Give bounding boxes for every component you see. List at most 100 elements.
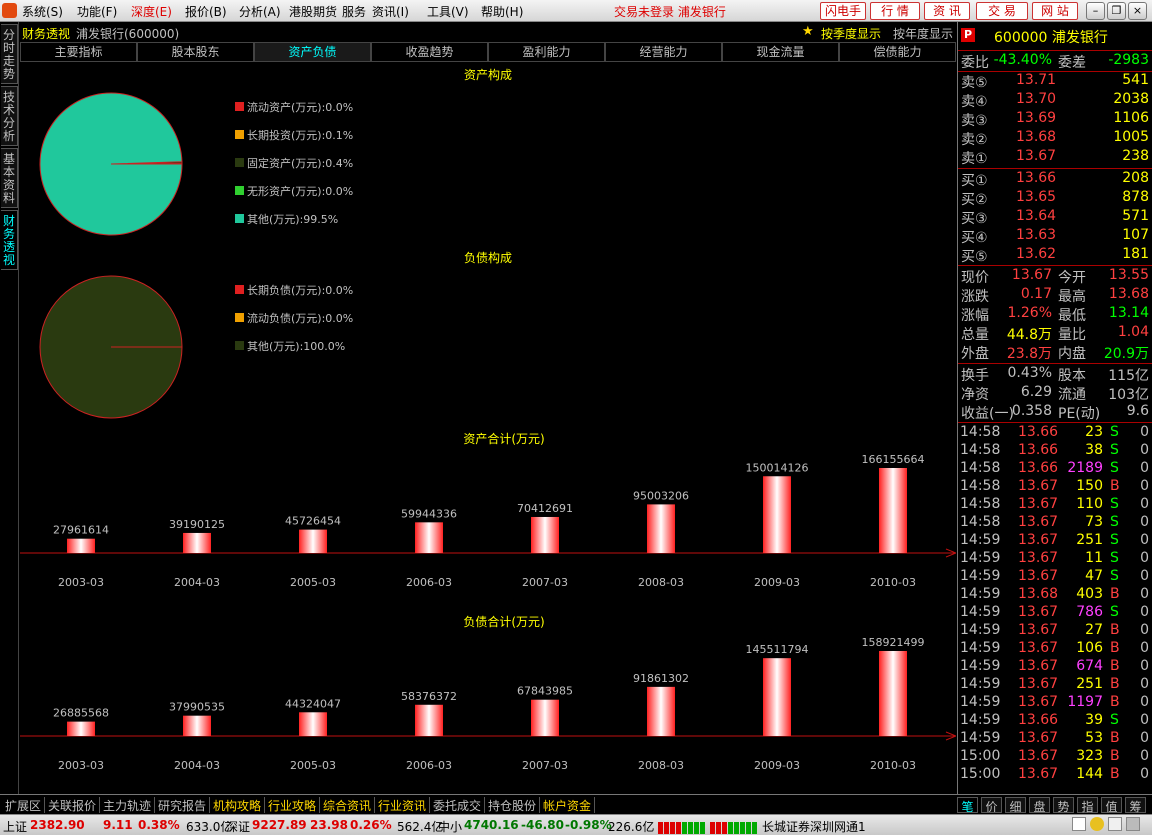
stock-name: 浦发银行(600000) — [76, 27, 180, 41]
minimize-icon[interactable]: – — [1086, 2, 1105, 20]
bottom-tab[interactable]: 扩展区 — [2, 797, 46, 813]
tab-earnings-trend[interactable]: 收盈趋势 — [371, 42, 488, 62]
yearly-toggle[interactable]: 按年度显示 — [893, 25, 953, 42]
tick-volume: 53 — [1085, 730, 1103, 746]
restore-icon[interactable]: ❐ — [1107, 2, 1126, 20]
tick-side: B — [1110, 622, 1120, 638]
pie-title-0: 资产构成 — [464, 67, 512, 82]
tick-row: 14:59 13.67 251 B 0 — [958, 676, 1152, 694]
menu-depth[interactable]: 深度(E) — [131, 3, 172, 20]
tick-row: 14:59 13.67 786 S 0 — [958, 604, 1152, 622]
bottom-tab[interactable]: 行业资讯 — [375, 797, 431, 813]
ask-volume: 238 — [1122, 148, 1149, 164]
menu-hk-futures[interactable]: 港股期货 — [289, 3, 337, 20]
tab-profitability[interactable]: 盈利能力 — [488, 42, 605, 62]
close-icon[interactable]: × — [1128, 2, 1147, 20]
tick-row: 14:58 13.67 73 S 0 — [958, 514, 1152, 532]
bottom-tab[interactable]: 研究报告 — [155, 797, 211, 813]
tick-price: 13.66 — [1018, 712, 1059, 728]
stat-label: 最高 — [1058, 289, 1086, 305]
wc-value: -2983 — [1108, 52, 1149, 68]
bottom-tab[interactable]: 行业攻略 — [265, 797, 321, 813]
tick-time: 14:59 — [960, 640, 1001, 656]
tick-count: 0 — [1140, 694, 1149, 710]
bar-value-label: 45726454 — [285, 515, 341, 528]
legend-label: 其他(万元):100.0% — [247, 340, 345, 353]
x-tick-label: 2003-03 — [58, 576, 104, 589]
tick-side: B — [1110, 730, 1120, 746]
bottom-tab[interactable]: 机构攻略 — [210, 797, 266, 813]
bar-title-2: 资产合计(万元) — [463, 431, 544, 446]
bid-label: 买⑤ — [961, 249, 988, 265]
financial-charts: 资产构成流动资产(万元):0.0% 长期投资(万元):0.1% 固定资产(万元):0… — [20, 67, 956, 772]
tick-price: 13.67 — [1018, 676, 1059, 692]
detail-tab[interactable]: 指 — [1077, 797, 1098, 814]
menu-quote[interactable]: 报价(B) — [185, 3, 227, 20]
menu-service[interactable]: 服务 — [342, 3, 366, 20]
vtab-financial-view[interactable]: 财务透视 — [1, 210, 18, 270]
lock-icon[interactable] — [1126, 817, 1140, 831]
tab-balance-sheet[interactable]: 资产负债 — [254, 42, 371, 62]
alert-icon[interactable] — [1090, 817, 1104, 831]
menu-analysis[interactable]: 分析(A) — [239, 3, 281, 20]
website-button[interactable]: 网 站 — [1032, 2, 1078, 20]
menu-tools[interactable]: 工具(V) — [427, 3, 469, 20]
quarterly-toggle[interactable]: 按季度显示 — [821, 25, 881, 42]
detail-tab[interactable]: 盘 — [1029, 797, 1050, 814]
fund-value: 103亿 — [1108, 387, 1149, 403]
detail-tab[interactable]: 筹 — [1125, 797, 1146, 814]
menu-news[interactable]: 资讯(I) — [372, 3, 409, 20]
tick-count: 0 — [1140, 460, 1149, 476]
mail-icon[interactable] — [1072, 817, 1086, 831]
stat-label: 量比 — [1058, 327, 1086, 343]
bottom-tab[interactable]: 综合资讯 — [320, 797, 376, 813]
bar-value-label: 27961614 — [53, 524, 109, 537]
tick-count: 0 — [1140, 622, 1149, 638]
detail-tab[interactable]: 细 — [1005, 797, 1026, 814]
tick-row: 14:59 13.67 1197 B 0 — [958, 694, 1152, 712]
detail-tab[interactable]: 势 — [1053, 797, 1074, 814]
finance-tabs: 主要指标 股本股东 资产负债 收盈趋势 盈利能力 经营能力 现金流量 偿债能力 — [20, 42, 956, 62]
tick-side: B — [1110, 640, 1120, 656]
menu-system[interactable]: 系统(S) — [22, 3, 63, 20]
bottom-tab[interactable]: 主力轨迹 — [100, 797, 156, 813]
tick-row: 14:58 13.66 23 S 0 — [958, 424, 1152, 442]
flash-trade-button[interactable]: 闪电手 — [820, 2, 866, 20]
fund-value: 0.43% — [1007, 365, 1052, 381]
tab-cash-flow[interactable]: 现金流量 — [722, 42, 839, 62]
bid-price: 13.65 — [1016, 189, 1057, 205]
bid-price: 13.66 — [1016, 170, 1057, 186]
bottom-tab[interactable]: 持仓股份 — [485, 797, 541, 813]
bottom-tab[interactable]: 关联报价 — [45, 797, 101, 813]
menu-help[interactable]: 帮助(H) — [481, 3, 523, 20]
x-tick-label: 2009-03 — [754, 576, 800, 589]
bar-value-label: 158921499 — [862, 636, 925, 649]
market-button[interactable]: 行 情 — [870, 2, 920, 20]
tick-volume: 674 — [1076, 658, 1103, 674]
info-button[interactable]: 资 讯 — [924, 2, 970, 20]
tab-shareholders[interactable]: 股本股东 — [137, 42, 254, 62]
tab-operations[interactable]: 经营能力 — [605, 42, 722, 62]
ask-price: 13.70 — [1016, 91, 1057, 107]
detail-tab[interactable]: 值 — [1101, 797, 1122, 814]
vtab-intraday[interactable]: 分时走势 — [1, 24, 18, 84]
bar-value-label: 26885568 — [53, 707, 109, 720]
sector-breadth-icon — [708, 818, 758, 834]
settings-icon[interactable] — [1108, 817, 1122, 831]
trade-button[interactable]: 交 易 — [976, 2, 1028, 20]
menu-function[interactable]: 功能(F) — [77, 3, 117, 20]
bid-row: 买③ 13.64 571 — [958, 208, 1152, 227]
sh-index-label: 上证 — [3, 820, 28, 834]
tick-side: S — [1110, 460, 1119, 476]
tab-key-indicators[interactable]: 主要指标 — [20, 42, 137, 62]
detail-tab[interactable]: 笔 — [957, 797, 978, 814]
vtab-technical[interactable]: 技术分析 — [1, 86, 18, 146]
detail-tab[interactable]: 价 — [981, 797, 1002, 814]
bid-volume: 208 — [1122, 170, 1149, 186]
stat-label: 最低 — [1058, 308, 1086, 324]
vtab-fundamentals[interactable]: 基本资料 — [1, 148, 18, 208]
bottom-tab[interactable]: 委托成交 — [430, 797, 486, 813]
tab-solvency[interactable]: 偿债能力 — [839, 42, 956, 62]
bar-value-label: 59944336 — [401, 507, 457, 520]
bottom-tab[interactable]: 帐户资金 — [540, 797, 596, 813]
